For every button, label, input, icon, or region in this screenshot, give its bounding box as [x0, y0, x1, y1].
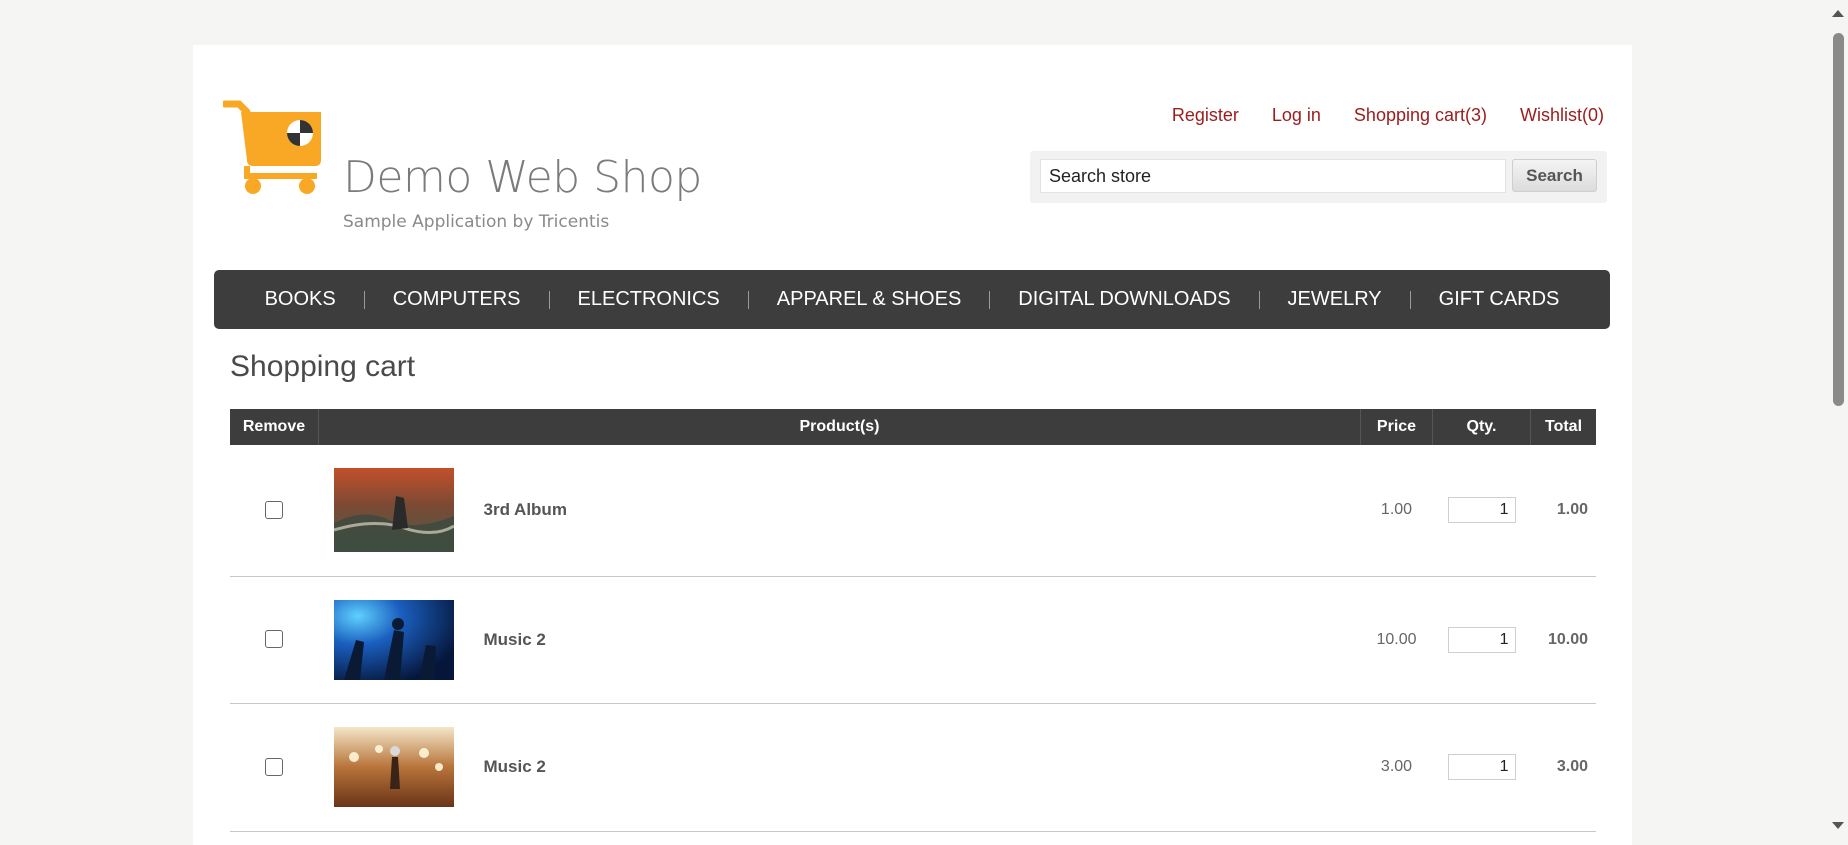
product-cell: Music 2 — [318, 703, 1361, 832]
qty-cell — [1432, 576, 1531, 704]
remove-cell — [230, 703, 319, 832]
qty-cell — [1432, 445, 1531, 577]
register-link[interactable]: Register — [1172, 105, 1239, 126]
search-input[interactable] — [1040, 159, 1506, 193]
product-image[interactable] — [333, 727, 454, 807]
price-cell: 3.00 — [1360, 703, 1433, 832]
shopping-cart-logo-icon — [223, 100, 321, 194]
remove-cell — [230, 576, 319, 704]
column-header-remove: Remove — [230, 409, 319, 445]
column-header-product: Product(s) — [318, 409, 1361, 445]
table-row: Music 2 10.00 10.00 — [230, 576, 1596, 704]
nav-apparel-shoes[interactable]: APPAREL & SHOES — [749, 288, 990, 311]
column-header-price: Price — [1360, 409, 1433, 445]
price-cell: 10.00 — [1360, 576, 1433, 704]
scroll-up-arrow-icon[interactable] — [1832, 10, 1844, 17]
product-name-link[interactable]: 3rd Album — [484, 500, 567, 520]
quantity-input[interactable] — [1447, 626, 1516, 653]
page-title: Shopping cart — [230, 350, 416, 383]
login-link[interactable]: Log in — [1272, 105, 1321, 126]
table-row: 3rd Album 1.00 1.00 — [230, 445, 1596, 577]
remove-checkbox[interactable] — [265, 501, 284, 520]
wishlist-link[interactable]: Wishlist(0) — [1520, 105, 1604, 126]
price-cell: 1.00 — [1360, 445, 1433, 577]
top-menu: BOOKS COMPUTERS ELECTRONICS APPAREL & SH… — [214, 270, 1610, 329]
qty-cell — [1432, 703, 1531, 832]
logo-subtitle: Sample Application by Tricentis — [343, 212, 610, 232]
search-box: Search — [1030, 151, 1607, 203]
nav-electronics[interactable]: ELECTRONICS — [550, 288, 748, 311]
quantity-input[interactable] — [1447, 497, 1516, 524]
search-button[interactable]: Search — [1512, 159, 1597, 192]
logo-title: Demo Web Shop — [343, 152, 702, 203]
header-links: Register Log in Shopping cart(3) Wishlis… — [1172, 105, 1604, 126]
product-name-link[interactable]: Music 2 — [484, 757, 546, 777]
scroll-down-arrow-icon[interactable] — [1832, 822, 1844, 829]
site-logo[interactable]: Demo Web Shop Sample Application by Tric… — [223, 100, 723, 232]
product-image[interactable] — [333, 468, 454, 553]
table-row: Music 2 3.00 3.00 — [230, 703, 1596, 832]
nav-books[interactable]: BOOKS — [237, 288, 364, 311]
table-header-row: Remove Product(s) Price Qty. Total — [230, 409, 1596, 445]
remove-checkbox[interactable] — [265, 630, 284, 649]
remove-cell — [230, 445, 319, 577]
cart-table: Remove Product(s) Price Qty. Total 3rd A… — [230, 409, 1596, 832]
quantity-input[interactable] — [1447, 754, 1516, 780]
nav-computers[interactable]: COMPUTERS — [365, 288, 549, 311]
total-cell: 1.00 — [1530, 445, 1596, 577]
total-cell: 3.00 — [1530, 703, 1596, 832]
product-name-link[interactable]: Music 2 — [484, 630, 546, 650]
nav-digital-downloads[interactable]: DIGITAL DOWNLOADS — [990, 288, 1258, 311]
nav-gift-cards[interactable]: GIFT CARDS — [1411, 288, 1588, 311]
column-header-total: Total — [1530, 409, 1596, 445]
product-image[interactable] — [333, 599, 454, 680]
column-header-qty: Qty. — [1432, 409, 1531, 445]
product-cell: 3rd Album — [318, 445, 1361, 577]
nav-jewelry[interactable]: JEWELRY — [1260, 288, 1410, 311]
remove-checkbox[interactable] — [265, 757, 284, 776]
total-cell: 10.00 — [1530, 576, 1596, 704]
page-container: Demo Web Shop Sample Application by Tric… — [193, 45, 1632, 845]
product-cell: Music 2 — [318, 576, 1361, 704]
vertical-scrollbar[interactable] — [1828, 0, 1848, 839]
scrollbar-thumb[interactable] — [1833, 33, 1844, 406]
shopping-cart-link[interactable]: Shopping cart(3) — [1354, 105, 1487, 126]
